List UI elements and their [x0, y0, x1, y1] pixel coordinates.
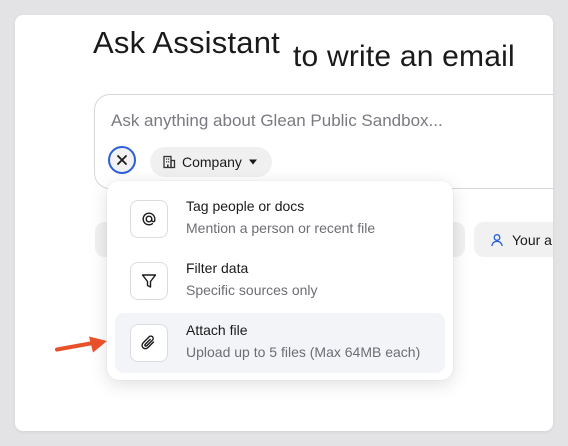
menu-item-title: Tag people or docs [186, 198, 305, 214]
menu-item-filter[interactable]: Filter data Specific sources only [115, 251, 445, 311]
menu-item-attach[interactable]: Attach file Upload up to 5 files (Max 64… [115, 313, 445, 373]
arrow-pointer-icon [55, 336, 107, 353]
suggestion-pill-your[interactable]: Your a [474, 222, 553, 257]
suggestion-label: Your a [512, 231, 552, 248]
title-suffix: to write an email [293, 40, 515, 73]
clear-button[interactable] [108, 146, 136, 174]
at-icon [130, 200, 168, 238]
menu-item-title: Filter data [186, 260, 249, 276]
filter-icon [130, 262, 168, 300]
close-icon [117, 155, 127, 165]
menu-item-subtitle: Specific sources only [186, 282, 318, 298]
company-filter-chip[interactable]: Company [150, 147, 272, 177]
page-title: Ask Assistant [93, 25, 280, 60]
menu-item-tag[interactable]: Tag people or docs Mention a person or r… [115, 189, 445, 249]
company-chip-label: Company [182, 154, 242, 170]
caret-down-icon [248, 159, 257, 165]
input-placeholder: Ask anything about Glean Public Sandbox.… [111, 111, 443, 130]
main-panel: Ask Assistant to write an email Ask anyt… [15, 15, 553, 431]
building-icon [163, 155, 176, 169]
menu-item-subtitle: Mention a person or recent file [186, 220, 376, 236]
assistant-input[interactable]: Ask anything about Glean Public Sandbox.… [94, 94, 553, 189]
menu-item-subtitle: Upload up to 5 files (Max 64MB each) [186, 344, 421, 360]
menu-item-title: Attach file [186, 322, 248, 338]
paperclip-icon [130, 324, 168, 362]
person-icon [491, 233, 503, 246]
attach-menu: Tag people or docs Mention a person or r… [107, 181, 453, 380]
